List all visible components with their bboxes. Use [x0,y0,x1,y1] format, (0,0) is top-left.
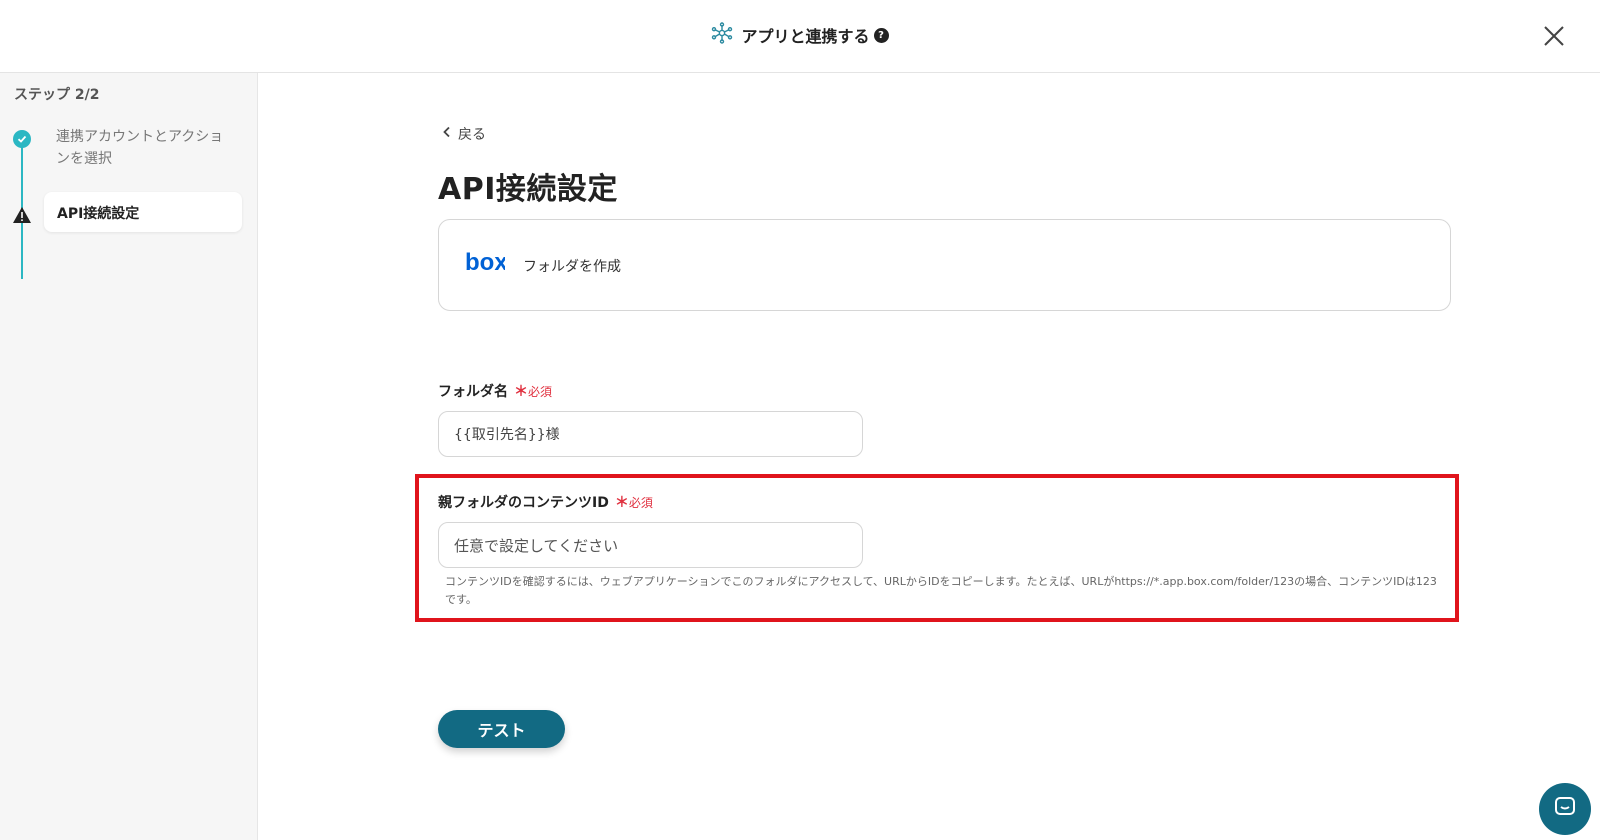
chevron-left-icon [442,126,452,142]
svg-text:box: box [465,250,505,274]
app-action-card: box フォルダを作成 [438,219,1451,311]
folder-name-input[interactable]: {{取引先名}}様 [438,411,863,457]
sidebar-step-select-action[interactable]: 連携アカウントとアクションを選択 [56,126,236,170]
sidebar-step-api-settings[interactable]: API接続設定 [44,192,242,232]
parent-folder-id-help: コンテンツIDを確認するには、ウェブアプリケーションでこのフォルダにアクセスして… [445,575,1437,606]
required-asterisk: ＊ [514,384,528,400]
sidebar-step-label: API接続設定 [57,206,140,222]
parent-folder-id-label: 親フォルダのコンテンツID ＊ 必須 [438,492,653,512]
required-text: 必須 [528,384,553,399]
required-text: 必須 [628,495,653,510]
app-action-label: フォルダを作成 [523,259,621,275]
chat-icon [1553,795,1577,823]
back-label: 戻る [458,127,486,143]
test-button[interactable]: テスト [438,710,565,748]
required-asterisk: ＊ [614,495,629,511]
help-icon[interactable]: ? [873,27,889,43]
parent-folder-id-input[interactable]: 任意で設定してください [438,522,863,568]
box-logo: box [465,249,508,278]
step-count: ステップ 2/2 [14,87,100,103]
close-icon[interactable] [1540,22,1568,50]
page-title: API接続設定 [438,172,618,207]
header-title-group: アプリと連携する ? [0,22,1600,48]
warning-triangle-icon [12,206,32,224]
folder-name-label: フォルダ名 ＊ 必須 [438,381,552,401]
modal-title: アプリと連携する [741,27,870,46]
step-sidebar: ステップ 2/2 連携アカウントとアクションを選択 API接続設定 [0,73,258,840]
check-circle-icon [13,130,31,148]
field-label-text: フォルダ名 [438,384,508,400]
network-icon [711,22,733,48]
field-label-text: 親フォルダのコンテンツID [438,495,609,511]
back-button[interactable]: 戻る [442,124,486,144]
chat-support-button[interactable] [1539,783,1591,835]
modal-header: アプリと連携する ? [0,0,1600,73]
